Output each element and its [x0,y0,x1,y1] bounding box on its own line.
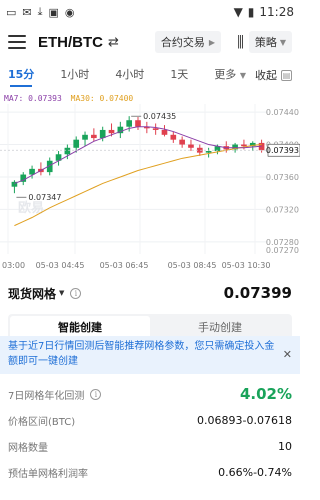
ma30-label: MA30: 0.07400 [70,94,134,103]
collapse-label: 收起 [255,69,277,82]
info-icon[interactable]: i [90,388,102,400]
tab-4h[interactable]: 4小时 [115,62,144,88]
close-icon[interactable]: ✕ [283,348,292,361]
candle-body [170,134,177,140]
candle-body [82,134,88,140]
y-tick-label: 0.07360 [266,173,299,182]
candle-body [91,134,97,139]
candle-body [179,139,185,145]
x-tick-label: 05-03 04:45 [36,261,85,270]
chevron-down-icon[interactable]: ▼ [59,289,64,297]
grid-title[interactable]: 现货网格 [8,285,56,302]
image-icon: ▣ [48,5,59,19]
candle-body [135,120,141,127]
y-tick-label: 0.07320 [266,205,299,214]
stat-label: 价格区间(BTC) [8,416,76,428]
notice-text: 基于近7日行情回测后智能推荐网格参数，您只需确定投入金额即可一键创建 [0,336,300,374]
stat-label: 网格数量 [8,442,48,454]
stat-label: 预估单网格利润率 [8,468,88,480]
app-icon: ◉ [64,5,75,19]
stat-row: 价格区间(BTC) 0.06893-0.07618 [8,407,292,433]
wifi-icon: ▼ [233,5,243,19]
ma-legend: MA7: 0.07393 MA30: 0.07400 [4,94,133,103]
tab-1h[interactable]: 1小时 [60,62,89,88]
candle-body [64,147,71,155]
candle-body [126,120,132,127]
pair-title[interactable]: ETH/BTC [38,34,103,51]
strategy-button[interactable]: 策略 ▼ [248,31,292,53]
stat-row: 预估单网格利润率 0.66%-0.74% [8,459,292,485]
tab-more-label: 更多 [214,68,237,81]
candle-body [188,144,194,148]
chart-settings-icon[interactable]: ▤ [281,69,292,81]
y-tick-label: 0.07270 [266,246,299,255]
clock: 11:28 [259,5,294,19]
status-right: ▼ ▮ 11:28 [234,5,294,19]
x-tick-label: 05-03 06:45 [100,261,149,270]
swap-icon[interactable]: ⇄ [108,35,119,50]
tab-15m[interactable]: 15分 [8,62,34,88]
info-icon[interactable]: i [70,287,82,299]
email-icon: ✉ [22,5,32,19]
y-tick-label: 0.07440 [266,108,299,117]
candle-body [73,139,80,148]
menu-icon[interactable] [8,35,26,49]
chevron-down-icon: ▼ [279,37,286,47]
high-label: 0.07435 [143,112,176,121]
contract-trade-label: 合约交易 [160,36,205,49]
stat-row: 网格数量 10 [8,433,292,459]
stat-value: 4.02% [239,385,292,403]
ma7-line [14,126,262,184]
contract-trade-button[interactable]: 合约交易 ▶ [154,31,222,53]
status-bar: ▭ ✉ ⤓ ▣ ◉ ▼ ▮ 11:28 [0,0,300,24]
stat-value: 10 [278,439,292,453]
grid-title-row: 现货网格 ▼ i 0.07399 [8,284,292,302]
ma30-line [14,144,262,227]
battery-icon: ▮ [247,5,255,19]
candle-body [205,151,212,153]
tab-1d[interactable]: 1天 [170,62,188,88]
stat-value: 0.66%-0.74% [218,465,292,479]
x-tick-label: 03:00 [2,261,25,270]
price-chart[interactable]: 欧易0.074400.074000.073600.073200.072800.0… [0,90,301,272]
x-tick-label: 05-03 10:30 [222,261,271,270]
grid-stats: 7日网格年化回测 i 4.02% 价格区间(BTC) 0.06893-0.076… [8,381,292,485]
candle-body [108,129,115,134]
current-price: 0.07399 [223,284,292,302]
header: ETH/BTC ⇄ 合约交易 ▶ ⫼ 策略 ▼ [0,26,300,58]
x-tick-label: 05-03 08:45 [168,261,217,270]
collapse-button[interactable]: 收起 ▤ [255,67,292,83]
stat-row: 7日网格年化回测 i 4.02% [8,381,292,407]
candle-body [241,144,247,147]
download-icon: ⤓ [37,5,43,18]
candlestick-chart[interactable]: 欧易0.074400.074000.073600.073200.072800.0… [0,90,301,272]
play-icon: ▶ [208,37,216,47]
strategy-label: 策略 [254,36,277,49]
candle-body [161,129,168,135]
status-icons: ▭ ✉ ⤓ ▣ ◉ [6,5,75,19]
current-price-tag-label: 0.07393 [266,146,299,155]
notification-icon: ▭ [6,5,17,19]
timeframe-tabs: 15分 1小时 4小时 1天 更多 ▼ 收起 ▤ [0,62,300,88]
chevron-down-icon: ▼ [239,71,246,80]
ma7-label: MA7: 0.07393 [4,94,62,103]
stat-value: 0.06893-0.07618 [197,413,292,427]
low-label: 0.07347 [28,193,61,202]
tab-more[interactable]: 更多 ▼ [214,62,246,88]
candlestick-icon[interactable]: ⫼ [237,33,244,51]
stat-label: 7日网格年化回测 [8,390,85,402]
candle-body [29,168,35,175]
candle-body [152,128,159,130]
